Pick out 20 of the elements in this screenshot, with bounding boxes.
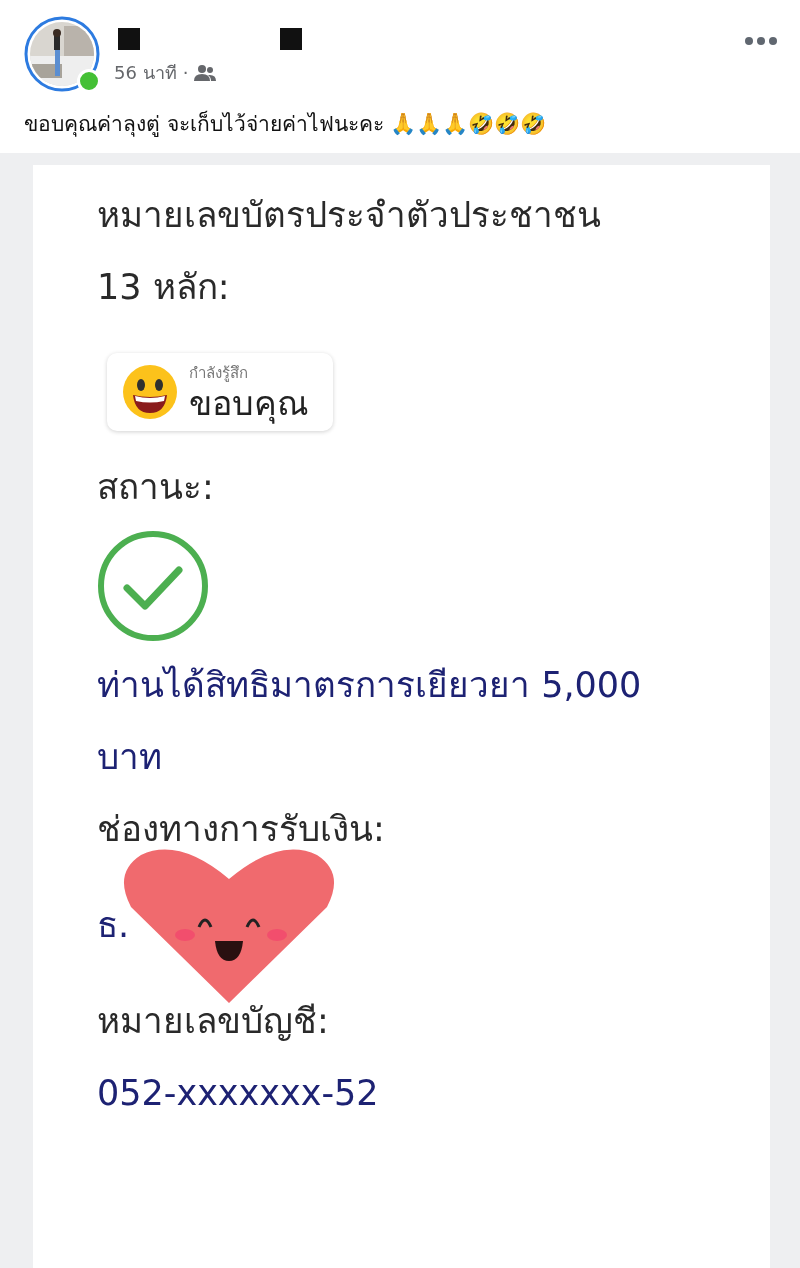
- field-value: ท่านได้สิทธิมาตรการเยียวยา 5,000: [97, 665, 642, 706]
- redaction-mark: [280, 28, 302, 50]
- separator-dot: ·: [182, 62, 189, 83]
- check-circle-icon: [97, 530, 209, 643]
- field-label: หมายเลขบัตรประจำตัวประชาชน: [97, 195, 601, 236]
- field-label: หมายเลขบัญชี:: [97, 1001, 329, 1042]
- sticker-feeling: ขอบคุณ: [189, 385, 309, 423]
- post-time[interactable]: 56 นาที: [114, 58, 177, 87]
- post-caption: ขอบคุณค่าลุงตู่ จะเก็บไว้จ่ายค่าไฟนะคะ 🙏🙏🙏🤣🤣🤣: [23, 109, 548, 139]
- field-label: ช่องทางการรับเงิน:: [97, 809, 385, 850]
- field-label: 13 หลัก:: [97, 267, 230, 308]
- redaction-mark: [118, 28, 140, 50]
- grinning-face-icon: [121, 363, 179, 422]
- field-value: 052-xxxxxxx-52: [97, 1073, 379, 1114]
- field-label: สถานะ:: [97, 467, 214, 508]
- more-options-icon[interactable]: [744, 36, 778, 46]
- friends-icon: [194, 64, 217, 81]
- field-value: ธ.: [97, 905, 130, 946]
- sticker-caption: กำลังรู้สึก: [189, 363, 249, 385]
- field-value: บาท: [97, 737, 162, 778]
